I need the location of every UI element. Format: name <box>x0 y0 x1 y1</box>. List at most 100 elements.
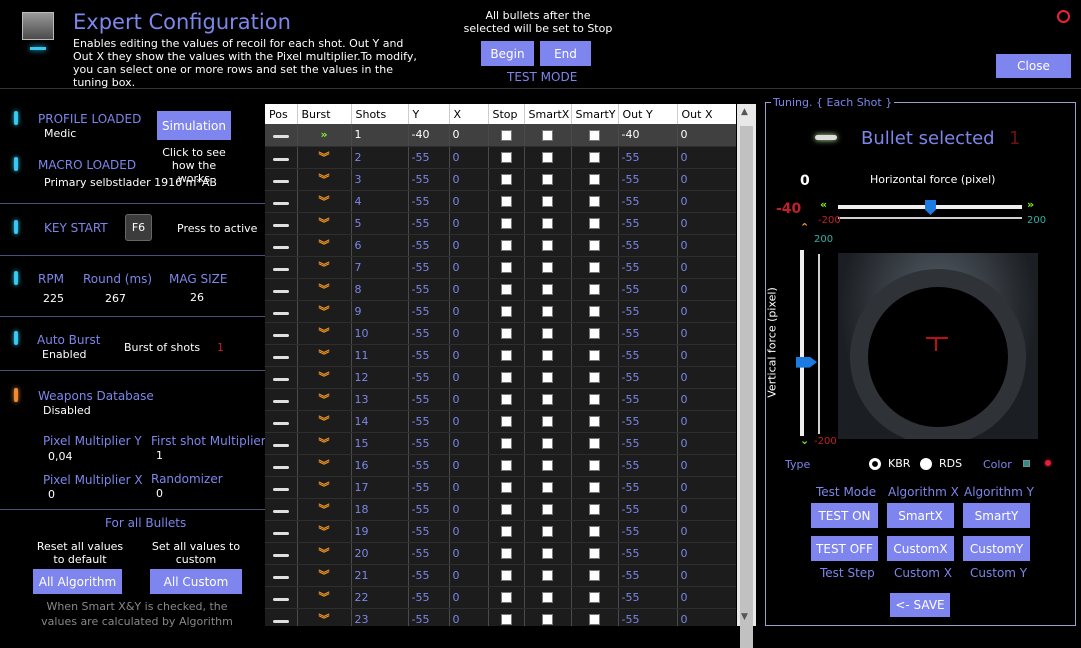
y-cell[interactable]: -55 <box>408 542 450 565</box>
test-on-button[interactable]: TEST ON <box>811 503 878 528</box>
out-x-cell[interactable]: 0 <box>677 124 736 147</box>
y-cell[interactable]: -55 <box>408 520 450 543</box>
stop-checkbox[interactable] <box>488 278 525 301</box>
checkbox[interactable] <box>542 372 553 383</box>
x-cell[interactable]: 0 <box>449 256 489 279</box>
stop-checkbox[interactable] <box>488 146 525 169</box>
shot-cell[interactable]: 12 <box>351 366 409 389</box>
checkbox[interactable] <box>500 306 512 317</box>
column-header[interactable]: SmartX <box>524 104 572 124</box>
stop-checkbox[interactable] <box>488 300 525 323</box>
table-row[interactable]: ︾ 15 -55 0 -55 0 <box>265 432 736 455</box>
y-cell[interactable]: -55 <box>408 476 450 499</box>
out-x-cell[interactable]: 0 <box>677 300 736 323</box>
checkbox[interactable] <box>542 438 553 449</box>
smartx-checkbox[interactable] <box>524 322 572 345</box>
out-x-cell[interactable]: 0 <box>677 278 736 301</box>
shot-cell[interactable]: 16 <box>351 454 409 477</box>
color-swatch[interactable] <box>1023 460 1030 467</box>
checkbox[interactable] <box>589 152 600 163</box>
checkbox[interactable] <box>589 614 600 625</box>
smartx-checkbox[interactable] <box>524 300 572 323</box>
y-cell[interactable]: -40 <box>408 124 450 147</box>
checkbox[interactable] <box>542 240 553 251</box>
checkbox[interactable] <box>542 526 553 537</box>
smartx-checkbox[interactable] <box>524 190 572 213</box>
pos-cell[interactable] <box>265 278 298 301</box>
smartx-checkbox[interactable] <box>524 256 572 279</box>
checkbox[interactable] <box>589 129 600 141</box>
checkbox[interactable] <box>500 482 512 493</box>
pos-cell[interactable] <box>265 212 298 235</box>
close-button[interactable]: Close <box>996 54 1071 78</box>
smarty-checkbox[interactable] <box>571 454 619 477</box>
shot-cell[interactable]: 1 <box>351 124 409 147</box>
smartx-checkbox[interactable] <box>524 586 572 609</box>
checkbox[interactable] <box>500 196 512 207</box>
y-cell[interactable]: -55 <box>408 278 450 301</box>
table-row[interactable]: ︾ 13 -55 0 -55 0 <box>265 388 736 411</box>
x-cell[interactable]: 0 <box>449 300 489 323</box>
pos-cell[interactable] <box>265 476 298 499</box>
smartx-checkbox[interactable] <box>524 454 572 477</box>
x-cell[interactable]: 0 <box>449 520 489 543</box>
smartx-checkbox[interactable] <box>524 234 572 257</box>
pos-cell[interactable] <box>265 256 298 279</box>
checkbox[interactable] <box>500 218 512 229</box>
smarty-checkbox[interactable] <box>571 410 619 433</box>
checkbox[interactable] <box>589 240 600 251</box>
stop-checkbox[interactable] <box>488 520 525 543</box>
test-off-button[interactable]: TEST OFF <box>811 536 878 561</box>
checkbox[interactable] <box>589 438 600 449</box>
smartx-checkbox[interactable] <box>524 388 572 411</box>
rds-radio[interactable] <box>920 458 932 470</box>
table-row[interactable]: ︾ 2 -55 0 -55 0 <box>265 146 736 169</box>
checkbox[interactable] <box>589 350 600 361</box>
end-button[interactable]: End <box>540 41 591 66</box>
checkbox[interactable] <box>542 196 553 207</box>
out-x-cell[interactable]: 0 <box>677 586 736 609</box>
checkbox[interactable] <box>500 394 512 405</box>
out-y-cell[interactable]: -55 <box>618 542 678 565</box>
checkbox[interactable] <box>542 614 553 625</box>
out-y-cell[interactable]: -55 <box>618 608 678 626</box>
kbr-radio[interactable] <box>869 458 881 470</box>
burst-cell[interactable]: ︾ <box>297 608 352 626</box>
scroll-thumb[interactable] <box>740 126 753 648</box>
burst-cell[interactable]: ︾ <box>297 476 352 499</box>
checkbox[interactable] <box>542 174 553 185</box>
burst-cell[interactable]: ︾ <box>297 388 352 411</box>
column-header[interactable]: Burst <box>297 104 352 124</box>
pos-cell[interactable] <box>265 410 298 433</box>
checkbox[interactable] <box>542 129 553 141</box>
out-y-cell[interactable]: -55 <box>618 410 678 433</box>
smarty-checkbox[interactable] <box>571 146 619 169</box>
table-row[interactable]: ︾ 19 -55 0 -55 0 <box>265 520 736 543</box>
out-x-cell[interactable]: 0 <box>677 454 736 477</box>
table-row[interactable]: ︾ 20 -55 0 -55 0 <box>265 542 736 565</box>
out-y-cell[interactable]: -55 <box>618 498 678 521</box>
table-row[interactable]: ︾ 22 -55 0 -55 0 <box>265 586 736 609</box>
checkbox[interactable] <box>500 372 512 383</box>
x-cell[interactable]: 0 <box>449 212 489 235</box>
pos-cell[interactable] <box>265 432 298 455</box>
burst-cell[interactable]: ︾ <box>297 190 352 213</box>
x-cell[interactable]: 0 <box>449 168 489 191</box>
y-cell[interactable]: -55 <box>408 168 450 191</box>
first-shot-multiplier-value[interactable]: 1 <box>156 449 163 462</box>
table-row[interactable]: ︾ 23 -55 0 -55 0 <box>265 608 736 626</box>
burst-cell[interactable]: ︾ <box>297 410 352 433</box>
stop-checkbox[interactable] <box>488 190 525 213</box>
table-scrollbar[interactable]: ▲ ▼ <box>737 104 756 648</box>
checkbox[interactable] <box>589 394 600 405</box>
smarty-checkbox[interactable] <box>571 542 619 565</box>
checkbox[interactable] <box>500 262 512 273</box>
out-y-cell[interactable]: -55 <box>618 234 678 257</box>
column-header[interactable]: SmartY <box>571 104 619 124</box>
pos-cell[interactable] <box>265 454 298 477</box>
checkbox[interactable] <box>542 350 553 361</box>
out-x-cell[interactable]: 0 <box>677 234 736 257</box>
out-x-cell[interactable]: 0 <box>677 256 736 279</box>
checkbox[interactable] <box>500 284 512 295</box>
stop-checkbox[interactable] <box>488 586 525 609</box>
